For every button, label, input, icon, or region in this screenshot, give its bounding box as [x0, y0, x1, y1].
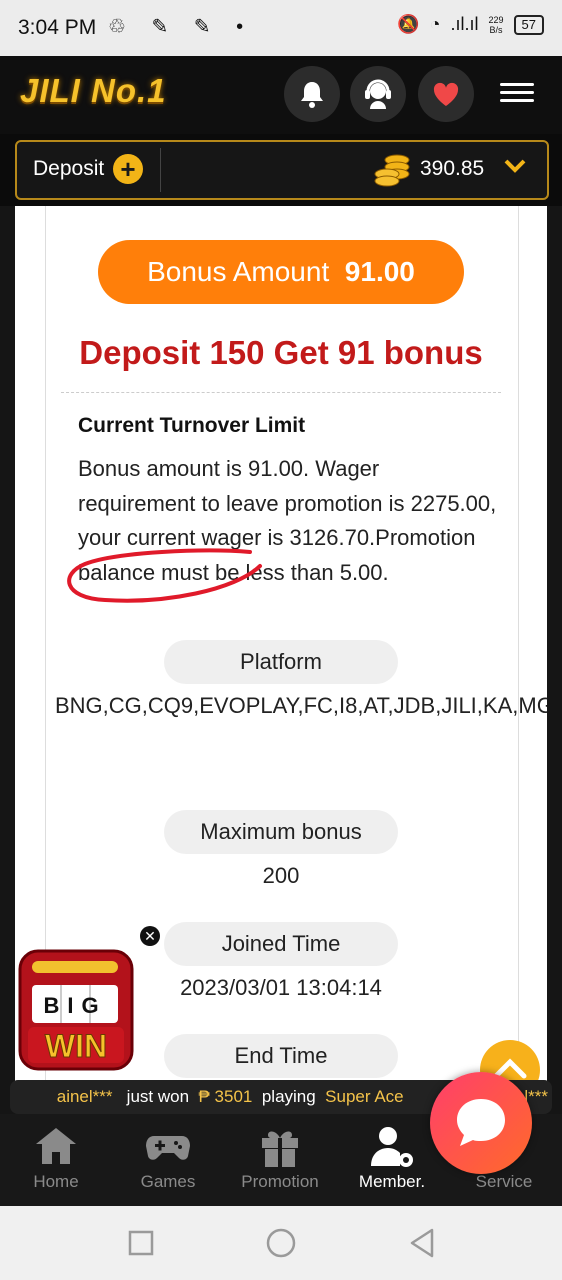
- system-nav-bar: [0, 1206, 562, 1280]
- gift-icon: [262, 1131, 298, 1167]
- bonus-label: Bonus Amount: [147, 256, 330, 287]
- status-time: 3:04 PM: [18, 16, 97, 39]
- notification-button[interactable]: [284, 66, 340, 122]
- tab-home-label: Home: [33, 1172, 79, 1191]
- bell-icon: [301, 82, 323, 108]
- battery-icon: 57: [513, 14, 544, 35]
- mute-icon: 🔕: [397, 14, 420, 34]
- promo-title: Deposit 150 Get 91 bonus: [79, 334, 483, 371]
- ticker-text1: just won: [126, 1087, 190, 1106]
- ticker-user: ainel***: [56, 1087, 113, 1106]
- chat-bubble-icon: [457, 1099, 505, 1146]
- support-button[interactable]: [350, 66, 406, 122]
- ticker-text2: playing: [261, 1087, 316, 1106]
- tab-home[interactable]: Home: [0, 1114, 112, 1206]
- status-notification-icons: ♲ ✎ ✎ •: [108, 16, 254, 38]
- net-speed: 229 B/s: [489, 15, 504, 35]
- headset-icon: [365, 79, 391, 109]
- chat-button[interactable]: [430, 1072, 532, 1174]
- recents-icon[interactable]: [126, 1228, 156, 1258]
- chevron-down-icon[interactable]: [503, 156, 527, 182]
- favorite-button[interactable]: [418, 66, 474, 122]
- back-icon[interactable]: [406, 1226, 440, 1260]
- deposit-plus-icon[interactable]: +: [113, 154, 143, 184]
- big-win-line2: WIN: [45, 1028, 107, 1064]
- close-icon[interactable]: ✕: [140, 926, 160, 946]
- platform-value: BNG,CG,CQ9,EVOPLAY,FC,I8,AT,JDB,JILI,KA,…: [55, 693, 547, 718]
- ticker-game: Super Ace: [325, 1087, 404, 1106]
- signal-icon: .ıl.ıl: [450, 14, 479, 34]
- user-settings-icon: [371, 1127, 413, 1167]
- status-right-icons: 🔕 ◔ .ıl.ıl 229 B/s 57: [397, 14, 544, 35]
- coins-icon: [374, 154, 410, 187]
- platform-label: Platform: [164, 640, 398, 684]
- gamepad-icon: [146, 1136, 190, 1160]
- handwritten-circle-mark: [67, 548, 262, 603]
- status-bar: 3:04 PM ♲ ✎ ✎ • 🔕 ◔ .ıl.ıl 229 B/s 57: [0, 0, 562, 56]
- tab-service-label: Service: [475, 1172, 533, 1191]
- bonus-value: 91.00: [344, 256, 415, 287]
- joined-time-label: Joined Time: [164, 922, 398, 966]
- deposit-label[interactable]: Deposit: [33, 157, 104, 181]
- net-speed-value: 229: [488, 14, 504, 25]
- heart-icon: [433, 82, 459, 106]
- menu-icon[interactable]: [500, 78, 534, 108]
- end-time-label: End Time: [164, 1034, 398, 1078]
- turnover-title: Current Turnover Limit: [78, 414, 306, 437]
- tab-promotion-label: Promotion: [241, 1172, 319, 1191]
- bonus-amount-pill: Bonus Amount 91.00: [98, 240, 464, 304]
- big-win-slot-machine[interactable]: BIG WIN: [14, 945, 144, 1075]
- ticker-amount: ₱ 3501: [198, 1087, 253, 1106]
- max-bonus-value: 200: [262, 863, 300, 888]
- net-speed-unit: B/s: [489, 24, 503, 35]
- divider: [61, 392, 501, 393]
- tab-member-label: Member.: [358, 1172, 426, 1191]
- tab-games-label: Games: [140, 1172, 196, 1191]
- wallet-box: Deposit + 390.85: [15, 140, 549, 200]
- wifi-icon: ◔: [429, 14, 441, 34]
- tab-games[interactable]: Games: [112, 1114, 224, 1206]
- tab-promotion[interactable]: Promotion: [224, 1114, 336, 1206]
- balance-value: 390.85: [420, 157, 485, 180]
- big-win-line1: BIG: [43, 993, 106, 1018]
- app-header: JILI No.1: [0, 56, 562, 134]
- divider: [160, 148, 161, 192]
- max-bonus-label: Maximum bonus: [164, 810, 398, 854]
- home-nav-icon[interactable]: [264, 1226, 298, 1260]
- logo[interactable]: JILI No.1: [20, 72, 167, 110]
- home-icon: [36, 1128, 76, 1164]
- deposit-bar: Deposit + 390.85: [0, 134, 562, 206]
